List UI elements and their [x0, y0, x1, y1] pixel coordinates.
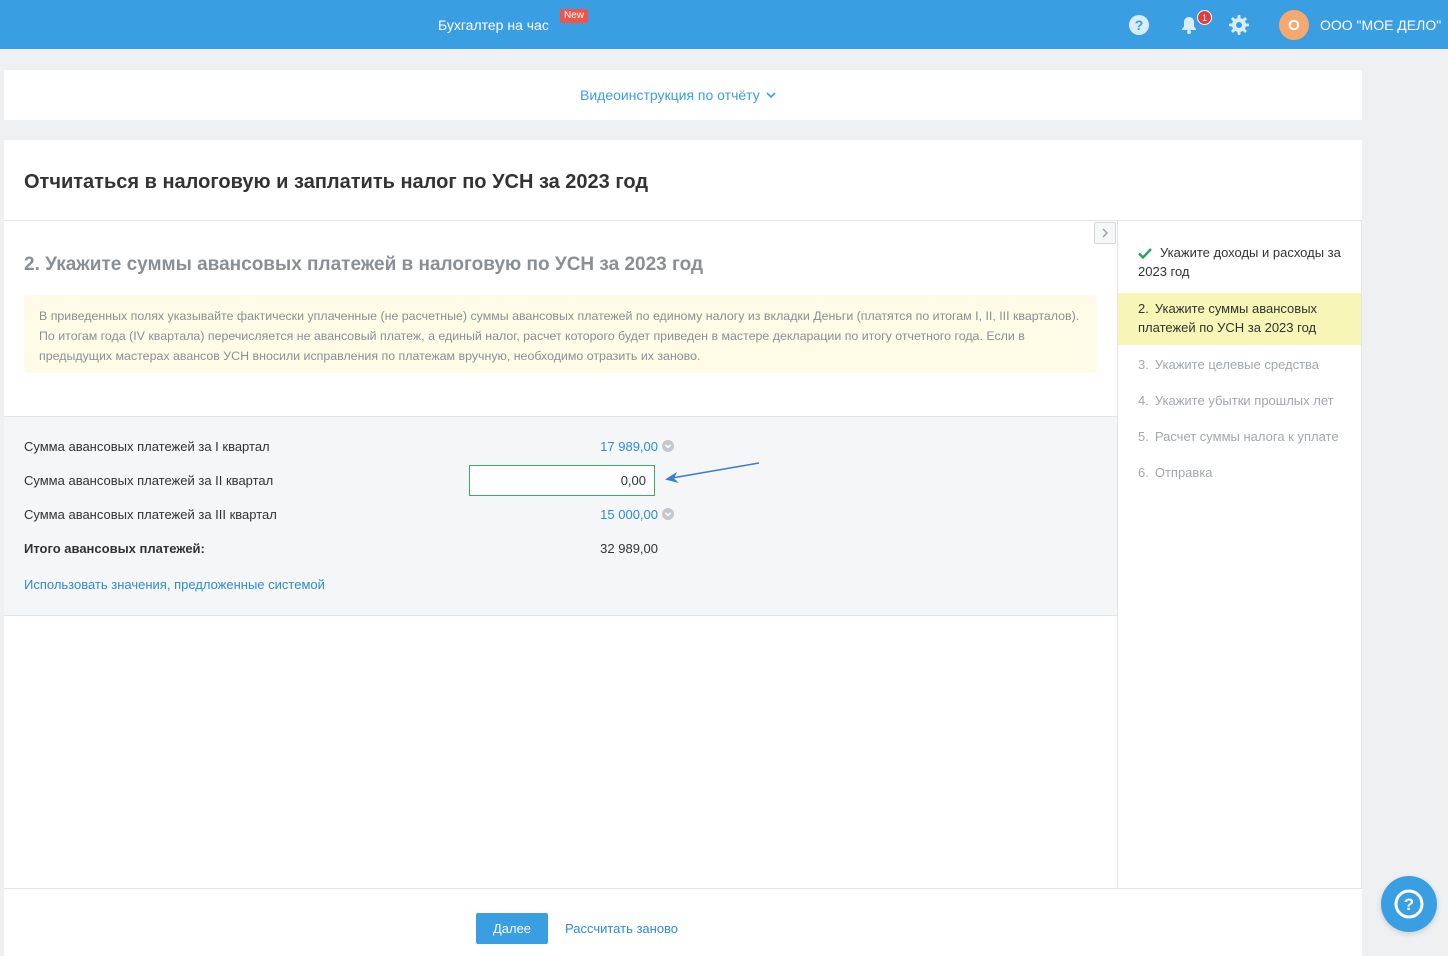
- step-item-2[interactable]: 2. Укажите суммы авансовых платежей по УС…: [1118, 293, 1361, 345]
- chevron-down-circle-icon[interactable]: [662, 508, 674, 520]
- notifications-count-badge: 1: [1197, 10, 1212, 25]
- q1-label: Сумма авансовых платежей за I квартал: [24, 439, 270, 454]
- form-row-q2: Сумма авансовых платежей за II квартал: [24, 465, 674, 496]
- step-number: 5.: [1138, 429, 1149, 444]
- total-value: 32 989,00: [600, 541, 658, 556]
- help-circle-icon: ?: [1394, 889, 1424, 919]
- divider: [4, 888, 1362, 889]
- wizard-card: Отчитаться в налоговую и заплатить налог…: [4, 140, 1362, 956]
- advance-payments-form: Сумма авансовых платежей за I квартал 17…: [4, 416, 1117, 616]
- step-item-4: 4. Укажите убытки прошлых лет: [1118, 391, 1361, 410]
- step-label: Укажите суммы авансовых платежей по УСН …: [1138, 301, 1318, 335]
- form-row-q3: Сумма авансовых платежей за III квартал …: [24, 503, 674, 527]
- video-instruction-panel: Видеоинструкция по отчёту: [4, 70, 1362, 120]
- step-item-5: 5. Расчет суммы налога к уплате: [1118, 427, 1361, 446]
- video-instruction-link[interactable]: Видеоинструкция по отчёту: [580, 87, 776, 103]
- svg-text:?: ?: [1135, 17, 1144, 33]
- total-label: Итого авансовых платежей:: [24, 541, 205, 556]
- recalculate-link[interactable]: Рассчитать заново: [565, 921, 678, 936]
- use-suggested-values-link[interactable]: Использовать значения, предложенные сист…: [24, 577, 325, 592]
- q3-value-link[interactable]: 15 000,00: [600, 507, 658, 522]
- info-box: В приведенных полях указывайте фактическ…: [24, 295, 1097, 373]
- top-bar: Бухгалтер на час New ? 1 О ООО "МОЕ ДЕЛО…: [0, 0, 1448, 49]
- new-badge: New: [560, 9, 589, 23]
- chevron-right-icon: [1102, 228, 1108, 238]
- step-label: Расчет суммы налога к уплате: [1154, 429, 1339, 444]
- form-row-q1: Сумма авансовых платежей за I квартал 17…: [24, 435, 674, 459]
- svg-text:?: ?: [1404, 895, 1414, 914]
- step-number: 3.: [1138, 357, 1149, 372]
- collapse-sidebar-button[interactable]: [1094, 222, 1116, 244]
- step-number: 4.: [1138, 393, 1149, 408]
- chevron-down-icon: [766, 92, 776, 99]
- step-label: Отправка: [1154, 465, 1213, 480]
- video-instruction-label: Видеоинструкция по отчёту: [580, 87, 760, 103]
- form-row-total: Итого авансовых платежей: 32 989,00: [24, 537, 674, 561]
- step-number: 6.: [1138, 465, 1149, 480]
- company-name[interactable]: ООО "МОЕ ДЕЛО": [1320, 17, 1441, 33]
- gear-icon[interactable]: [1228, 14, 1250, 36]
- step-number: 2.: [1138, 301, 1149, 316]
- q2-label: Сумма авансовых платежей за II квартал: [24, 473, 274, 488]
- step-label: Укажите убытки прошлых лет: [1154, 393, 1334, 408]
- chevron-down-circle-icon[interactable]: [662, 440, 674, 452]
- help-circle-icon[interactable]: ?: [1128, 14, 1150, 36]
- annotation-arrow: [665, 462, 760, 483]
- page-title: Отчитаться в налоговую и заплатить налог…: [24, 171, 649, 193]
- checkmark-icon: [1138, 248, 1152, 259]
- step-label: Укажите целевые средства: [1154, 357, 1320, 372]
- avatar[interactable]: О: [1279, 10, 1309, 40]
- step-item-3: 3. Укажите целевые средства: [1118, 355, 1361, 374]
- step-heading: 2. Укажите суммы авансовых платежей в на…: [24, 254, 704, 275]
- wizard-steps-sidebar: Укажите доходы и расходы за 2023 год 2. У…: [1117, 221, 1362, 888]
- q1-value-link[interactable]: 17 989,00: [600, 439, 658, 454]
- step-item-6: 6. Отправка: [1118, 463, 1361, 482]
- step-item-1[interactable]: Укажите доходы и расходы за 2023 год: [1118, 243, 1361, 281]
- next-button[interactable]: Далее: [476, 913, 548, 944]
- step-label: Укажите доходы и расходы за 2023 год: [1138, 245, 1341, 279]
- floating-help-button[interactable]: ?: [1381, 876, 1437, 932]
- q2-amount-input[interactable]: [469, 465, 655, 496]
- service-link[interactable]: Бухгалтер на час: [438, 17, 549, 33]
- q3-label: Сумма авансовых платежей за III квартал: [24, 507, 277, 522]
